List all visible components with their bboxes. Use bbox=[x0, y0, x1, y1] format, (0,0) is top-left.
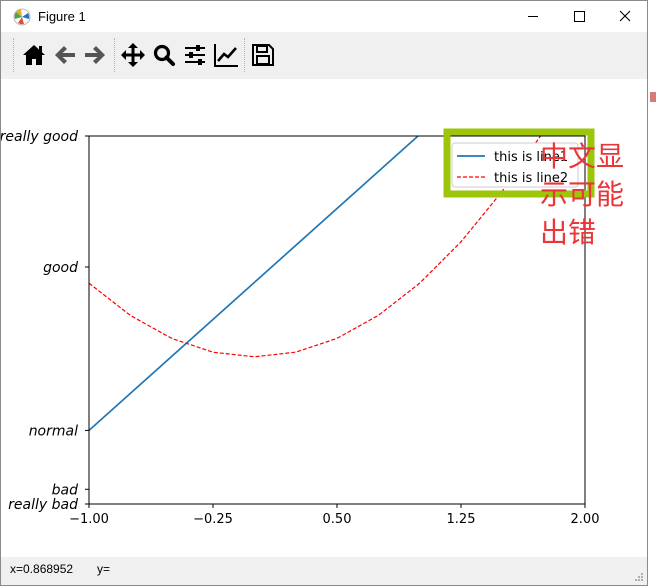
move-icon[interactable] bbox=[119, 41, 147, 69]
window-title: Figure 1 bbox=[38, 9, 86, 24]
cursor-x-readout: x=0.868952 bbox=[10, 562, 74, 576]
close-button[interactable] bbox=[602, 1, 648, 32]
annotation-line: 中文显 bbox=[540, 140, 625, 173]
toolbar-separator bbox=[114, 38, 116, 72]
floppy-disk-icon[interactable] bbox=[249, 41, 277, 69]
chinese-annotation: 中文显 示可能 出错 bbox=[540, 138, 640, 252]
annotation-line: 示可能 bbox=[540, 178, 625, 211]
navigation-toolbar bbox=[1, 32, 647, 80]
status-bar: x=0.868952 y= bbox=[1, 557, 647, 585]
minimize-button[interactable] bbox=[510, 1, 556, 32]
background-window-edge bbox=[648, 0, 656, 586]
y-tick-label: normal bbox=[29, 423, 78, 439]
sliders-icon[interactable] bbox=[181, 41, 209, 69]
arrow-left-icon[interactable] bbox=[51, 41, 79, 69]
y-tick-label: really good bbox=[1, 129, 78, 145]
annotation-line: 出错 bbox=[540, 216, 597, 249]
cursor-y-readout: y= bbox=[97, 562, 111, 576]
series-line-1 bbox=[89, 136, 419, 432]
arrow-right-icon[interactable] bbox=[81, 41, 109, 69]
magnifier-icon[interactable] bbox=[150, 41, 178, 69]
x-tick-label: 0.50 bbox=[323, 512, 352, 527]
line-chart-icon[interactable] bbox=[212, 41, 240, 69]
y-tick-label: really bad bbox=[8, 497, 78, 513]
resize-grip-icon[interactable] bbox=[634, 572, 644, 582]
figure-window: Figure 1 −1.00 −0.25 0.50 1.25 2.00 real… bbox=[0, 0, 648, 586]
x-tick-label: −1.00 bbox=[69, 512, 109, 527]
toolbar-grip bbox=[13, 38, 15, 72]
x-tick-label: 1.25 bbox=[447, 512, 476, 527]
home-icon[interactable] bbox=[20, 41, 48, 69]
toolbar-separator bbox=[244, 38, 246, 72]
maximize-button[interactable] bbox=[556, 1, 602, 32]
title-bar[interactable]: Figure 1 bbox=[1, 1, 647, 32]
x-tick-label: −0.25 bbox=[193, 512, 233, 527]
y-tick-label: good bbox=[43, 260, 78, 276]
background-text-fragment bbox=[650, 92, 656, 102]
x-tick-label: 2.00 bbox=[571, 512, 600, 527]
matplotlib-app-icon bbox=[13, 8, 31, 26]
y-tick-label: bad bbox=[52, 482, 78, 498]
